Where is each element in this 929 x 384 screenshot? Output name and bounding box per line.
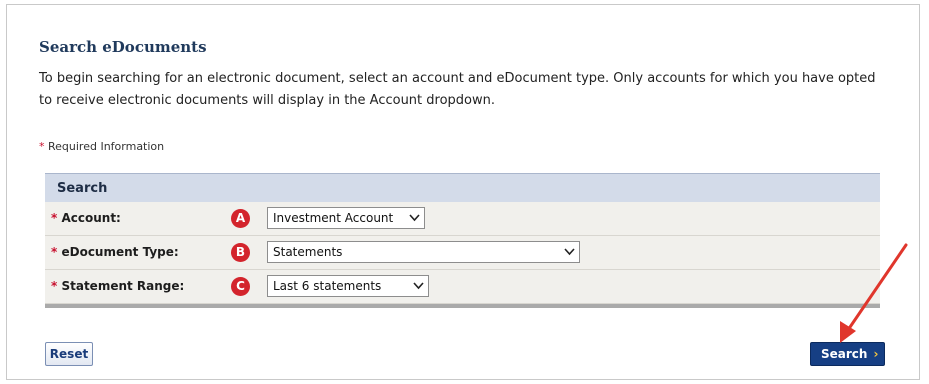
required-star: * [51,245,58,259]
callout-badge-a: A [231,209,250,228]
account-row: * Account: A Investment Account [45,202,880,236]
statement-range-select[interactable]: Last 6 statements [267,275,429,297]
required-star: * [39,140,45,153]
search-button-label: Search [821,347,868,361]
search-panel-footer-bar [45,304,880,308]
statement-range-label-text: Statement Range: [61,279,185,293]
callout-badge-c: C [231,277,250,296]
edocument-type-row: * eDocument Type: B Statements [45,236,880,270]
edocument-type-select[interactable]: Statements [267,241,580,263]
search-panel: Search * Account: A Investment Account *… [45,173,880,324]
chevron-down-icon [409,208,420,234]
statement-range-row: * Statement Range: C Last 6 statements [45,270,880,304]
required-star: * [51,279,58,293]
required-note: * Required Information [39,140,164,153]
reset-button[interactable]: Reset [45,342,93,366]
required-note-label: Required Information [48,140,165,153]
statement-range-select-value: Last 6 statements [273,279,382,293]
account-label: * Account: [51,211,121,225]
search-button[interactable]: Search › [810,342,885,366]
account-label-text: Account: [61,211,121,225]
edocument-type-select-value: Statements [273,245,343,259]
account-select[interactable]: Investment Account [267,207,425,229]
chevron-down-icon [413,276,424,302]
chevron-right-icon: › [873,347,879,361]
chevron-down-icon [564,242,575,268]
intro-text: To begin searching for an electronic doc… [39,71,876,108]
required-star: * [51,211,58,225]
account-select-value: Investment Account [273,211,394,225]
edocument-type-label-text: eDocument Type: [61,245,179,259]
callout-badge-b: B [231,243,250,262]
search-panel-heading: Search [45,173,880,202]
edocument-type-label: * eDocument Type: [51,245,179,259]
page-title: Search eDocuments [39,38,207,56]
statement-range-label: * Statement Range: [51,279,184,293]
